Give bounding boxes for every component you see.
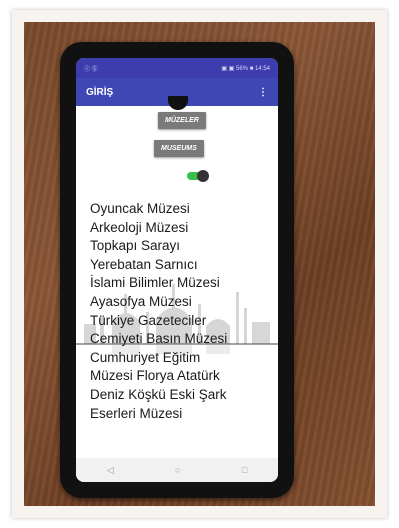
language-toggle-switch[interactable] — [187, 170, 209, 182]
app-title: GİRİŞ — [86, 86, 114, 98]
museum-list-item: Müzesi Florya Atatürk — [90, 368, 220, 384]
status-carrier: Ⓘ Ⓢ — [84, 66, 98, 73]
museums-button[interactable]: MUSEUMS — [154, 140, 204, 157]
navigation-bar: ◁ ○ □ — [76, 458, 278, 482]
phone-screen: Ⓘ Ⓢ ▣ ▣ 56% ■ 14:54 GİRİŞ ⋮ MÜZELER MUSE… — [76, 58, 278, 482]
toggle-knob — [197, 170, 209, 182]
home-icon[interactable]: ○ — [175, 465, 180, 475]
museum-list-item: Eserleri Müzesi — [90, 405, 183, 421]
status-indicators: ▣ ▣ 56% ■ 14:54 — [221, 65, 270, 72]
museum-list-item: Cemiyeti Basın Müzesi — [90, 331, 228, 347]
recents-icon[interactable]: □ — [242, 465, 247, 475]
muzeler-button[interactable]: MÜZELER — [158, 112, 206, 129]
phone-device: Ⓘ Ⓢ ▣ ▣ 56% ■ 14:54 GİRİŞ ⋮ MÜZELER MUSE… — [60, 42, 294, 498]
main-content: MÜZELER MUSEUMS Oyuncak Müzesi Arkeoloji… — [76, 106, 278, 458]
museum-list: Oyuncak Müzesi Arkeoloji Müzesi Topkapı Sa… — [90, 200, 276, 423]
overflow-menu-icon[interactable]: ⋮ — [258, 87, 268, 98]
museum-list-item: Cumhuriyet Eğitim — [90, 349, 201, 365]
museum-list-item: Oyuncak Müzesi — [90, 201, 190, 216]
museum-list-item: Yerebatan Sarnıcı — [90, 256, 198, 272]
status-bar: Ⓘ Ⓢ ▣ ▣ 56% ■ 14:54 — [76, 58, 278, 78]
back-icon[interactable]: ◁ — [107, 465, 114, 476]
museum-list-item: Arkeoloji Müzesi — [90, 219, 189, 235]
museum-list-item: Topkapı Sarayı — [90, 238, 181, 254]
museum-list-item: Deniz Köşkü Eski Şark — [90, 386, 227, 402]
museum-list-item: Türkiye Gazeteciler — [90, 312, 207, 328]
museum-list-item: İslami Bilimler Müzesi — [90, 275, 220, 291]
museum-list-item: Ayasofya Müzesi — [90, 293, 192, 309]
